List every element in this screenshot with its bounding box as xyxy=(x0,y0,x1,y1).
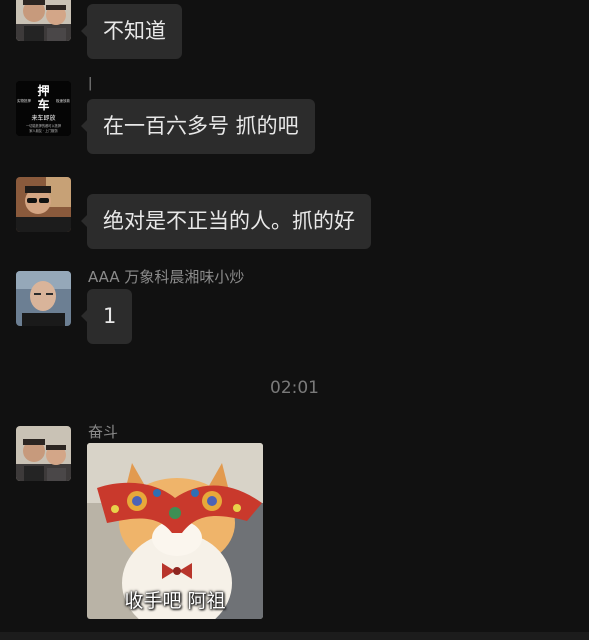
man-with-sunglasses-photo-icon xyxy=(16,177,71,232)
message-text: 不知道 xyxy=(103,19,166,43)
logo-sub-text: 来车即放 xyxy=(31,114,55,122)
logo-fine-text-2: 家人朋友 · 上门服务 xyxy=(29,128,58,133)
two-men-photo-icon xyxy=(16,0,71,41)
message-text: 绝对是不正当的人。抓的好 xyxy=(103,209,355,233)
avatar[interactable]: 押 车 实物抵押 极速放款 来车即放 一切能抵押的都可以抵押 家人朋友 · 上门… xyxy=(16,81,71,136)
logo-right-text: 极速放款 xyxy=(56,98,70,103)
message-text: 在一百六多号 抓的吧 xyxy=(103,114,299,138)
message-bubble[interactable]: 绝对是不正当的人。抓的好 xyxy=(81,194,371,249)
message-bubble[interactable]: 不知道 xyxy=(81,4,182,59)
message-bubble[interactable]: 1 xyxy=(80,289,133,344)
message-bubble[interactable]: 在一百六多号 抓的吧 xyxy=(81,99,315,154)
sticker-image[interactable]: 收手吧 阿祖 xyxy=(87,443,263,619)
logo-main-top: 押 xyxy=(37,83,49,98)
logo-main-bottom: 车 xyxy=(37,97,49,112)
two-men-photo-icon xyxy=(16,426,71,481)
timestamp: 02:01 xyxy=(270,378,319,398)
logo-fine-text-1: 一切能抵押的都可以抵押 xyxy=(26,123,61,128)
avatar[interactable] xyxy=(16,177,71,232)
bald-man-photo-icon xyxy=(16,271,71,326)
bottom-bar xyxy=(0,632,589,640)
sender-name: | xyxy=(88,76,93,91)
avatar[interactable] xyxy=(16,426,71,481)
message-text: 1 xyxy=(103,304,117,328)
avatar[interactable] xyxy=(16,271,71,326)
sender-name: 奋斗 xyxy=(88,423,119,441)
sticker-caption: 收手吧 阿祖 xyxy=(124,590,226,612)
logo-left-text: 实物抵押 xyxy=(17,98,31,103)
car-pledge-logo-icon: 押 车 实物抵押 极速放款 来车即放 一切能抵押的都可以抵押 家人朋友 · 上门… xyxy=(16,81,71,136)
sender-name: AAA 万象科晨湘味小炒 xyxy=(88,268,245,286)
avatar[interactable] xyxy=(16,0,71,41)
